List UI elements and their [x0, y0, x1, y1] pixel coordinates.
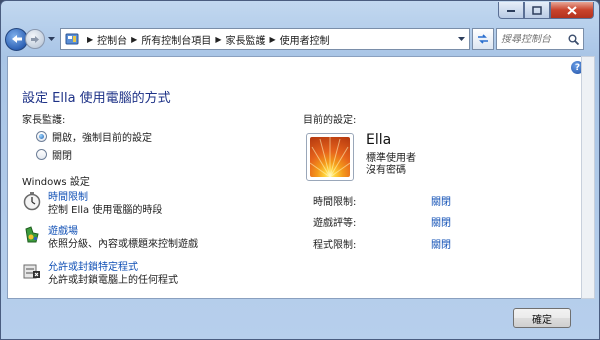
maximize-button[interactable] [524, 2, 550, 19]
task-time-limits: 時間限制 控制 Ella 使用電腦的時段 [22, 191, 162, 217]
time-limits-link[interactable]: 時間限制 [48, 191, 162, 204]
time-limits-description: 控制 Ella 使用電腦的時段 [48, 205, 163, 216]
vertical-scrollbar[interactable] [581, 56, 595, 299]
parental-controls-heading: 家長監護: [22, 115, 66, 126]
radio-off-label[interactable]: 關閉 [52, 147, 72, 162]
chevron-down-icon [457, 36, 465, 41]
breadcrumb-all-items[interactable]: 所有控制台項目 [141, 32, 211, 47]
breadcrumb-separator-icon[interactable]: ▶ [269, 35, 275, 44]
breadcrumb-separator-icon[interactable]: ▶ [215, 35, 221, 44]
control-panel-window: ▶ 控制台 ▶ 所有控制台項目 ▶ 家長監護 ▶ 使用者控制 ? [0, 0, 600, 340]
user-password-status: 沒有密碼 [366, 165, 406, 176]
chevron-down-icon [47, 36, 55, 41]
control-panel-icon [65, 33, 79, 45]
radio-button-on[interactable] [36, 131, 47, 142]
flower-icon [310, 137, 350, 177]
radio-on-label[interactable]: 開啟，強制目前的設定 [52, 129, 152, 144]
minimize-button[interactable] [498, 2, 524, 19]
setting-value-link[interactable]: 關閉 [431, 214, 451, 229]
breadcrumb-separator-icon[interactable]: ▶ [131, 35, 137, 44]
setting-row-game-ratings: 遊戲評等: 關閉 [313, 214, 483, 229]
task-programs: 允許或封鎖特定程式 允許或封鎖電腦上的任何程式 [22, 261, 178, 287]
games-link[interactable]: 遊戲場 [48, 225, 198, 238]
search-box[interactable] [496, 28, 584, 50]
games-description: 依照分級、內容或標題來控制遊戲 [48, 239, 198, 250]
address-dropdown[interactable] [455, 33, 467, 45]
ok-button[interactable]: 確定 [513, 308, 571, 328]
content-pane: ? 設定 Ella 使用電腦的方式 家長監護: 開啟，強制目前的設定 關閉 Wi… [7, 56, 590, 299]
breadcrumb-separator-icon: ▶ [87, 34, 94, 44]
navigation-bar: ▶ 控制台 ▶ 所有控制台項目 ▶ 家長監護 ▶ 使用者控制 [5, 26, 595, 52]
program-blocker-icon [23, 264, 40, 279]
task-games: 遊戲場 依照分級、內容或標題來控制遊戲 [22, 225, 198, 251]
minimize-icon [507, 10, 515, 12]
breadcrumb-control-panel[interactable]: 控制台 [97, 32, 127, 47]
caption-buttons [498, 2, 594, 19]
programs-link[interactable]: 允許或封鎖特定程式 [48, 261, 178, 274]
back-arrow-icon [11, 35, 22, 43]
refresh-button[interactable] [472, 28, 494, 50]
address-bar[interactable]: ▶ 控制台 ▶ 所有控制台項目 ▶ 家長監護 ▶ 使用者控制 [60, 28, 470, 50]
game-controller-icon [25, 226, 39, 243]
user-name: Ella [366, 132, 392, 148]
setting-label: 時間限制: [313, 197, 357, 208]
programs-description: 允許或封鎖電腦上的任何程式 [48, 275, 178, 286]
radio-button-off[interactable] [36, 149, 47, 160]
windows-settings-heading: Windows 設定 [22, 177, 90, 188]
forward-button[interactable] [25, 29, 45, 49]
help-icon: ? [574, 62, 581, 73]
refresh-icon [478, 34, 488, 44]
search-icon[interactable] [568, 34, 579, 45]
breadcrumb-user-controls[interactable]: 使用者控制 [280, 32, 330, 47]
setting-row-time-limits: 時間限制: 關閉 [313, 193, 483, 208]
close-button[interactable] [550, 2, 594, 19]
user-avatar-image [310, 137, 350, 177]
current-settings-heading: 目前的設定: [303, 115, 357, 126]
recent-pages-dropdown[interactable] [45, 29, 57, 49]
setting-value-link[interactable]: 關閉 [431, 236, 451, 251]
page-title: 設定 Ella 使用電腦的方式 [22, 91, 171, 106]
breadcrumb-parental-controls[interactable]: 家長監護 [225, 32, 265, 47]
setting-label: 遊戲評等: [313, 218, 357, 229]
setting-label: 程式限制: [313, 240, 357, 251]
radio-off[interactable]: 關閉 [36, 147, 72, 162]
search-input[interactable] [501, 33, 563, 45]
forward-arrow-icon [31, 35, 39, 43]
radio-on[interactable]: 開啟，強制目前的設定 [36, 129, 152, 144]
user-picture [306, 133, 354, 181]
setting-value-link[interactable]: 關閉 [431, 193, 451, 208]
close-icon [567, 5, 577, 15]
stopwatch-icon [23, 192, 41, 211]
setting-row-program-limits: 程式限制: 關閉 [313, 236, 483, 251]
maximize-icon [532, 5, 542, 15]
